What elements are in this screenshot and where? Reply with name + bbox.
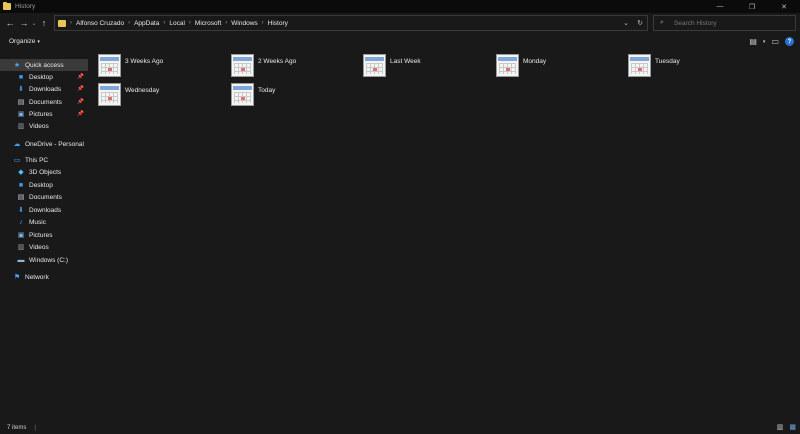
command-bar: Organize ▾ ▤ ▾ ▭ ?	[0, 33, 800, 50]
window-controls: — ❐ ✕	[704, 0, 800, 13]
refresh-button[interactable]: ↻	[633, 19, 647, 27]
pin-icon: 📌	[77, 86, 84, 92]
breadcrumb-item[interactable]: › Windows	[221, 20, 257, 27]
document-icon: ▤	[17, 99, 25, 106]
network-icon: ⚑	[13, 274, 21, 281]
document-icon: ▤	[17, 194, 25, 201]
back-button[interactable]: ←	[4, 15, 16, 31]
calendar-folder-icon	[231, 83, 254, 106]
large-icons-view-icon[interactable]: ▦	[789, 423, 796, 431]
breadcrumb-item[interactable]: › AppData	[124, 20, 159, 27]
folder-item[interactable]: Monday	[496, 54, 626, 82]
sidebar-item-pc-downloads[interactable]: ⬇ Downloads	[0, 204, 88, 216]
desktop-icon: ■	[18, 181, 24, 189]
navigation-bar: ← → ⌄ ↑ › Alfonso Cruzado › AppData › Local…	[0, 13, 800, 33]
calendar-folder-icon	[363, 54, 386, 77]
star-icon: ★	[13, 62, 21, 69]
calendar-folder-icon	[496, 54, 519, 77]
download-arrow-icon: ⬇	[18, 207, 24, 214]
folder-item[interactable]: Today	[231, 83, 361, 111]
breadcrumb-item[interactable]: › Microsoft	[185, 20, 221, 27]
sidebar-item-documents[interactable]: ▤ Documents 📌	[0, 96, 88, 108]
sidebar-item-windows-c[interactable]: ▬ Windows (C:)	[0, 254, 88, 266]
breadcrumb-item[interactable]: › Local	[159, 20, 185, 27]
pin-icon: 📌	[77, 111, 84, 117]
computer-icon: ▭	[13, 157, 21, 164]
sidebar-item-pictures[interactable]: ▣ Pictures 📌	[0, 108, 88, 120]
sidebar-item-pc-pictures[interactable]: ▣ Pictures	[0, 229, 88, 241]
sidebar-item-videos[interactable]: ▥ Videos	[0, 120, 88, 132]
organize-button[interactable]: Organize ▾	[9, 38, 40, 45]
recent-locations-button[interactable]: ⌄	[30, 15, 38, 31]
folder-icon	[58, 19, 66, 27]
folder-icon	[3, 2, 11, 10]
forward-button[interactable]: →	[18, 15, 30, 31]
folder-item[interactable]: 3 Weeks Ago	[98, 54, 228, 82]
video-icon: ▥	[17, 244, 25, 251]
sidebar-item-quick-access[interactable]: ★ Quick access	[0, 59, 88, 71]
sidebar-item-network[interactable]: ⚑ Network	[0, 271, 88, 283]
sidebar-item-pc-desktop[interactable]: ■ Desktop	[0, 179, 88, 191]
close-button[interactable]: ✕	[768, 0, 800, 13]
pin-icon: 📌	[77, 74, 84, 80]
sidebar-item-pc-documents[interactable]: ▤ Documents	[0, 191, 88, 203]
sidebar-item-downloads[interactable]: ⬇ Downloads 📌	[0, 83, 88, 95]
video-icon: ▥	[17, 123, 25, 130]
title-bar: History — ❐ ✕	[0, 0, 800, 13]
minimize-button[interactable]: —	[704, 0, 736, 13]
address-actions: ⌄ ↻	[619, 16, 647, 30]
up-button[interactable]: ↑	[38, 15, 50, 31]
calendar-folder-icon	[98, 83, 121, 106]
music-note-icon: ♪	[19, 218, 23, 226]
help-icon[interactable]: ?	[785, 37, 794, 46]
view-options: ▤ ▾ ▭ ?	[749, 35, 794, 48]
sidebar-item-music[interactable]: ♪ Music	[0, 216, 88, 228]
file-list: 3 Weeks Ago 2 Weeks Ago Last Week Monday…	[88, 50, 800, 421]
status-bar: 7 items | ▥ ▦	[0, 421, 800, 434]
drive-icon: ▬	[17, 256, 25, 264]
cube-icon: ◆	[18, 169, 24, 176]
folder-item[interactable]: Wednesday	[98, 83, 228, 111]
details-view-icon[interactable]: ▥	[777, 423, 784, 431]
preview-pane-icon[interactable]: ▭	[771, 37, 779, 46]
sidebar-item-desktop[interactable]: ■ Desktop 📌	[0, 71, 88, 83]
folder-item[interactable]: Last Week	[363, 54, 493, 82]
search-input[interactable]: Search History	[674, 20, 717, 27]
calendar-folder-icon	[98, 54, 121, 77]
status-separator: |	[34, 424, 36, 431]
breadcrumb-item[interactable]: › Alfonso Cruzado	[66, 20, 124, 27]
change-view-icon[interactable]: ▤	[749, 37, 757, 46]
layout-toggles: ▥ ▦	[777, 423, 796, 431]
calendar-folder-icon	[628, 54, 651, 77]
breadcrumb-item[interactable]: › History	[258, 20, 288, 27]
download-arrow-icon: ⬇	[18, 86, 24, 93]
folder-item[interactable]: 2 Weeks Ago	[231, 54, 361, 82]
address-bar[interactable]: › Alfonso Cruzado › AppData › Local › Micros…	[54, 15, 648, 31]
item-count: 7 items	[7, 424, 27, 431]
view-dropdown-button[interactable]: ▾	[763, 39, 766, 45]
picture-icon: ▣	[17, 111, 25, 118]
sidebar-item-this-pc[interactable]: ▭ This PC	[0, 154, 88, 166]
calendar-folder-icon	[231, 54, 254, 77]
search-box[interactable]: ⌕ Search History	[653, 15, 796, 31]
navigation-pane: ★ Quick access ■ Desktop 📌 ⬇ Downloads 📌…	[0, 50, 88, 421]
window-title: History	[15, 3, 36, 10]
sidebar-item-onedrive[interactable]: ☁ OneDrive - Personal	[0, 138, 88, 150]
desktop-icon: ■	[18, 73, 24, 81]
sidebar-item-pc-videos[interactable]: ▥ Videos	[0, 241, 88, 253]
cloud-icon: ☁	[13, 141, 21, 148]
maximize-button[interactable]: ❐	[736, 0, 768, 13]
folder-item[interactable]: Tuesday	[628, 54, 758, 82]
pin-icon: 📌	[77, 99, 84, 105]
picture-icon: ▣	[17, 232, 25, 239]
sidebar-item-3d-objects[interactable]: ◆ 3D Objects	[0, 166, 88, 178]
search-icon: ⌕	[660, 19, 664, 26]
address-dropdown-button[interactable]: ⌄	[619, 19, 633, 27]
